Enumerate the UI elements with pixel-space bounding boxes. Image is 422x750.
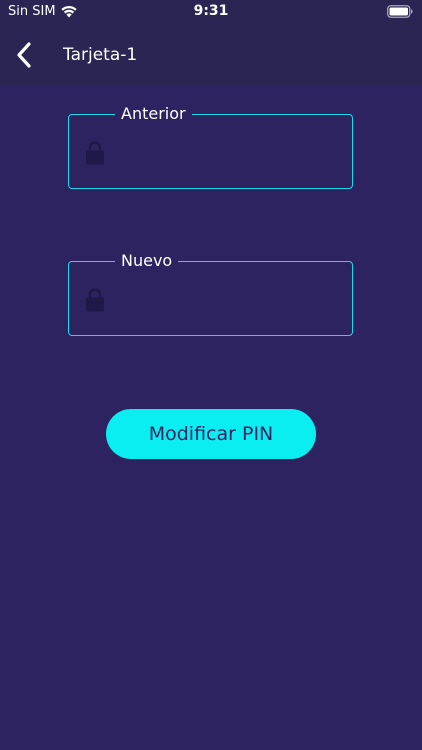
back-button[interactable] (10, 38, 42, 72)
lock-icon (86, 288, 104, 312)
nuevo-pin-label: Nuevo (115, 251, 179, 271)
modificar-pin-button[interactable]: Modificar PIN (106, 409, 316, 459)
anterior-pin-label: Anterior (115, 104, 192, 124)
chevron-left-icon (17, 42, 31, 68)
anterior-pin-field[interactable]: Anterior (68, 104, 353, 189)
page-title: Tarjeta-1 (63, 45, 138, 65)
screen: Sin SIM 9:31 Tarjeta-1 Anterior Nuevo Mo… (0, 0, 422, 750)
nuevo-pin-input[interactable] (115, 280, 344, 318)
battery-icon (387, 5, 413, 18)
anterior-pin-input[interactable] (115, 133, 344, 171)
status-bar: Sin SIM 9:31 (0, 0, 422, 24)
status-time: 9:31 (193, 3, 229, 19)
nav-bar: Tarjeta-1 (0, 24, 422, 85)
lock-icon (86, 141, 104, 165)
nuevo-pin-field[interactable]: Nuevo (68, 251, 353, 336)
